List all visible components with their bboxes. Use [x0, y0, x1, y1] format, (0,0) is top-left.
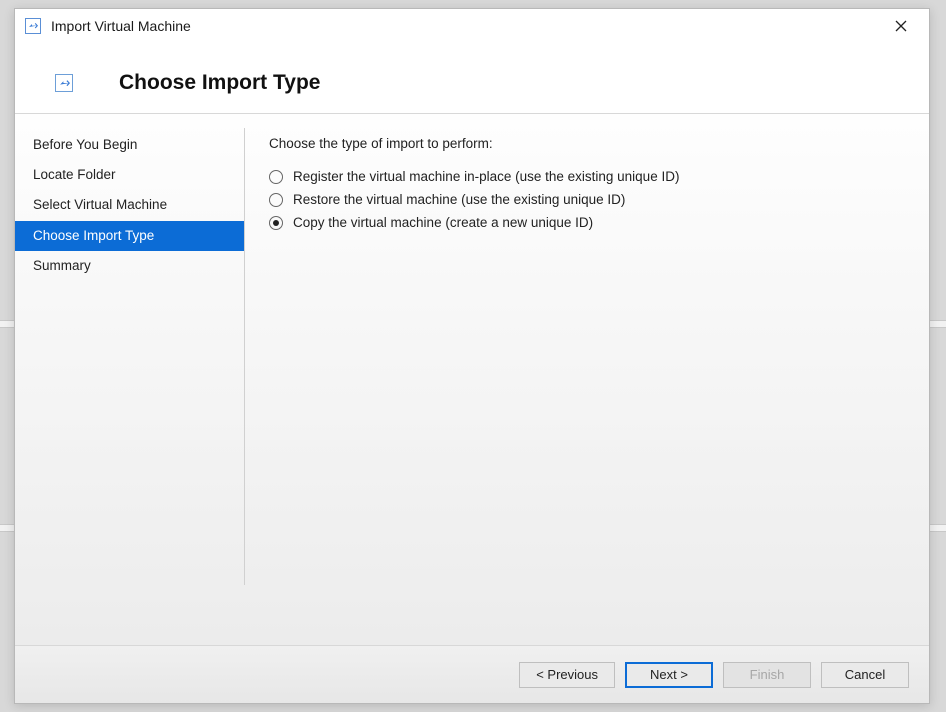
finish-button: Finish	[723, 662, 811, 688]
radio-icon	[269, 193, 283, 207]
import-icon	[55, 74, 73, 92]
main-panel: Choose the type of import to perform: Re…	[245, 114, 929, 645]
close-icon	[895, 20, 907, 32]
instruction-text: Choose the type of import to perform:	[269, 136, 905, 151]
option-copy[interactable]: Copy the virtual machine (create a new u…	[269, 211, 905, 234]
step-locate-folder[interactable]: Locate Folder	[15, 160, 245, 190]
import-icon	[25, 18, 41, 34]
close-button[interactable]	[881, 12, 921, 40]
option-register-in-place[interactable]: Register the virtual machine in-place (u…	[269, 165, 905, 188]
radio-icon	[269, 170, 283, 184]
dialog-footer: < Previous Next > Finish Cancel	[15, 645, 929, 703]
step-summary[interactable]: Summary	[15, 251, 245, 281]
radio-icon	[269, 216, 283, 230]
step-choose-import-type[interactable]: Choose Import Type	[15, 221, 245, 251]
option-restore[interactable]: Restore the virtual machine (use the exi…	[269, 188, 905, 211]
import-vm-dialog: Import Virtual Machine Choose Import Typ…	[14, 8, 930, 704]
content: Before You Begin Locate Folder Select Vi…	[15, 113, 929, 645]
option-label: Register the virtual machine in-place (u…	[293, 169, 679, 184]
step-select-virtual-machine[interactable]: Select Virtual Machine	[15, 190, 245, 220]
option-label: Restore the virtual machine (use the exi…	[293, 192, 625, 207]
page-header: Choose Import Type	[15, 43, 929, 113]
previous-button[interactable]: < Previous	[519, 662, 615, 688]
cancel-button[interactable]: Cancel	[821, 662, 909, 688]
titlebar: Import Virtual Machine	[15, 9, 929, 43]
step-before-you-begin[interactable]: Before You Begin	[15, 130, 245, 160]
window-title: Import Virtual Machine	[51, 18, 191, 34]
option-label: Copy the virtual machine (create a new u…	[293, 215, 593, 230]
next-button[interactable]: Next >	[625, 662, 713, 688]
steps-sidebar: Before You Begin Locate Folder Select Vi…	[15, 114, 245, 645]
page-title: Choose Import Type	[119, 71, 320, 95]
